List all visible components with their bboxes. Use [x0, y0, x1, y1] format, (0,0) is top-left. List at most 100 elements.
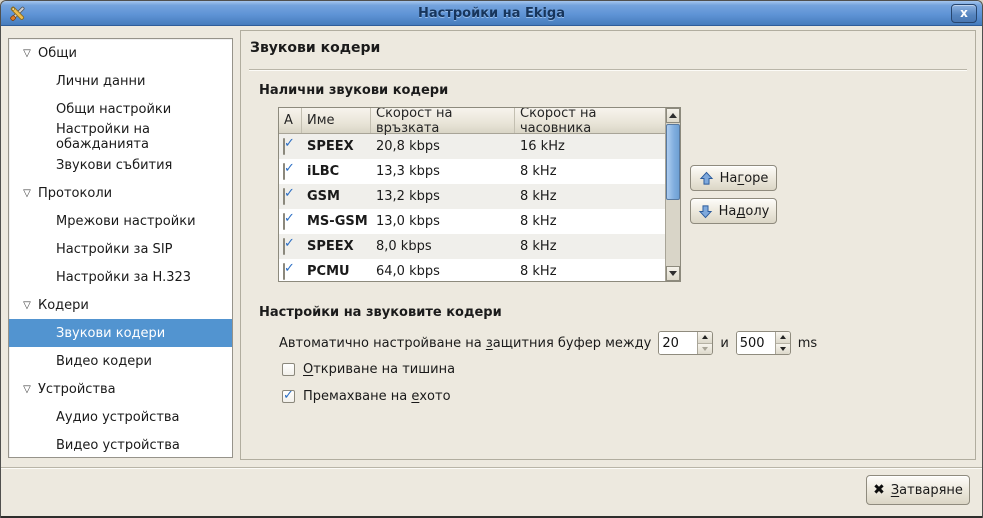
silence-detection-row[interactable]: Откриване на тишина — [282, 362, 455, 377]
close-dialog-label: Затваряне — [891, 483, 963, 498]
expander-icon[interactable] — [20, 300, 34, 311]
codec-enabled-checkbox[interactable] — [283, 138, 285, 155]
titlebar[interactable]: Настройки на Ekiga x — [1, 1, 982, 26]
dialog-content: Общи Лични данни Общи настройки Настройк… — [1, 26, 982, 517]
spin-down-icon — [702, 347, 708, 351]
window-close-button[interactable]: x — [951, 4, 977, 23]
move-down-button[interactable]: Надолу — [690, 198, 777, 224]
table-row[interactable]: SPEEX 20,8 kbps 16 kHz — [279, 134, 665, 159]
codec-bitrate: 13,2 kbps — [371, 189, 515, 204]
spin-down-icon — [780, 347, 786, 351]
scroll-down-button[interactable] — [666, 266, 680, 281]
codec-clockrate: 8 kHz — [515, 189, 665, 204]
codec-enabled-checkbox[interactable] — [283, 188, 285, 205]
sidebar-item-video-codecs[interactable]: Видео кодери — [9, 347, 232, 375]
arrow-up-icon — [699, 171, 714, 186]
arrow-down-icon — [698, 204, 713, 219]
title-separator — [249, 69, 967, 71]
scroll-up-button[interactable] — [666, 108, 680, 123]
scrollbar-track[interactable] — [666, 200, 680, 266]
preferences-window: Настройки на Ekiga x Общи Лични данни Об… — [0, 0, 983, 518]
codec-table-columns: A Име Скорост на връзката Скорост на час… — [279, 108, 665, 281]
echo-cancellation-checkbox[interactable] — [282, 390, 295, 403]
codec-bitrate: 8,0 kbps — [371, 239, 515, 254]
codec-table-header: A Име Скорост на връзката Скорост на час… — [279, 108, 665, 134]
jitter-min-input[interactable] — [659, 332, 697, 354]
codec-table: A Име Скорост на връзката Скорост на час… — [278, 107, 681, 282]
codec-enabled-checkbox[interactable] — [283, 238, 285, 255]
echo-cancellation-label: Премахване на ехото — [303, 389, 451, 404]
expander-icon[interactable] — [20, 188, 34, 199]
column-header-active[interactable]: A — [279, 108, 302, 133]
move-up-label: Нагоре — [720, 171, 769, 186]
silence-detection-label: Откриване на тишина — [303, 362, 455, 377]
codec-name: MS-GSM — [302, 214, 371, 229]
preferences-tree: Общи Лични данни Общи настройки Настройк… — [8, 38, 233, 458]
codec-bitrate: 20,8 kbps — [371, 139, 515, 154]
echo-cancellation-row[interactable]: Премахване на ехото — [282, 389, 451, 404]
sidebar-item-sip-settings[interactable]: Настройки за SIP — [9, 235, 232, 263]
scroll-down-icon — [669, 271, 677, 276]
codec-enabled-checkbox[interactable] — [283, 263, 285, 280]
table-row[interactable]: MS-GSM 13,0 kbps 8 kHz — [279, 209, 665, 234]
table-row[interactable]: PCMU 64,0 kbps 8 kHz — [279, 259, 665, 282]
spin-up-icon — [702, 335, 708, 339]
jitter-max-spinner — [775, 332, 790, 354]
codec-settings-section-title: Настройки на звуковите кодери — [259, 305, 502, 320]
column-header-name[interactable]: Име — [302, 108, 371, 133]
footer-separator — [1, 467, 982, 469]
jitter-min-spinbox — [658, 331, 713, 355]
spin-down-button[interactable] — [776, 344, 790, 355]
codec-name: PCMU — [302, 264, 371, 279]
scroll-up-icon — [669, 113, 677, 118]
sidebar-item-h323-settings[interactable]: Настройки за H.323 — [9, 263, 232, 291]
codec-name: GSM — [302, 189, 371, 204]
codec-bitrate: 64,0 kbps — [371, 264, 515, 279]
audio-codecs-page: Звукови кодери Налични звукови кодери A … — [240, 30, 976, 460]
codec-clockrate: 8 kHz — [515, 264, 665, 279]
table-scrollbar[interactable] — [665, 108, 680, 281]
jitter-buffer-label: Автоматично настройване на защитния буфе… — [279, 336, 651, 351]
spin-up-icon — [780, 335, 786, 339]
jitter-unit-label: ms — [798, 336, 817, 351]
codec-enabled-checkbox[interactable] — [283, 163, 285, 180]
sidebar-group-general[interactable]: Общи — [9, 39, 232, 67]
column-header-bitrate[interactable]: Скорост на връзката — [371, 108, 515, 133]
close-dialog-button[interactable]: ✖ Затваряне — [866, 475, 970, 505]
sidebar-item-audio-codecs[interactable]: Звукови кодери — [9, 319, 232, 347]
sidebar-item-video-devices[interactable]: Видео устройства — [9, 431, 232, 458]
codec-enabled-checkbox[interactable] — [283, 213, 285, 230]
codec-name: SPEEX — [302, 139, 371, 154]
sidebar-item-audio-devices[interactable]: Аудио устройства — [9, 403, 232, 431]
jitter-buffer-row: Автоматично настройване на защитния буфе… — [279, 330, 817, 356]
jitter-max-input[interactable] — [737, 332, 775, 354]
spin-up-button[interactable] — [776, 332, 790, 344]
spin-down-button[interactable] — [698, 344, 712, 355]
codec-clockrate: 8 kHz — [515, 239, 665, 254]
move-down-label: Надолу — [719, 204, 770, 219]
sidebar-group-codecs[interactable]: Кодери — [9, 291, 232, 319]
expander-icon[interactable] — [20, 48, 34, 59]
table-row[interactable]: iLBC 13,3 kbps 8 kHz — [279, 159, 665, 184]
sidebar-item-personal-data[interactable]: Лични данни — [9, 67, 232, 95]
sidebar-group-devices[interactable]: Устройства — [9, 375, 232, 403]
table-row[interactable]: GSM 13,2 kbps 8 kHz — [279, 184, 665, 209]
scrollbar-thumb[interactable] — [666, 124, 680, 200]
sidebar-group-protocols[interactable]: Протоколи — [9, 179, 232, 207]
codec-clockrate: 16 kHz — [515, 139, 665, 154]
sidebar-item-call-options[interactable]: Настройки на обажданията — [9, 123, 232, 151]
jitter-conjunction-label: и — [720, 336, 728, 351]
move-up-button[interactable]: Нагоре — [690, 165, 777, 191]
spin-up-button[interactable] — [698, 332, 712, 344]
table-row[interactable]: SPEEX 8,0 kbps 8 kHz — [279, 234, 665, 259]
sidebar-item-general-settings[interactable]: Общи настройки — [9, 95, 232, 123]
close-x-icon: ✖ — [873, 482, 885, 498]
column-header-clockrate[interactable]: Скорост на часовника — [515, 108, 665, 133]
expander-icon[interactable] — [20, 384, 34, 395]
sidebar-item-sound-events[interactable]: Звукови събития — [9, 151, 232, 179]
sidebar-item-network-settings[interactable]: Мрежови настройки — [9, 207, 232, 235]
tools-window-icon — [8, 4, 27, 23]
codec-clockrate: 8 kHz — [515, 164, 665, 179]
available-codecs-section-title: Налични звукови кодери — [259, 83, 448, 98]
silence-detection-checkbox[interactable] — [282, 363, 295, 376]
